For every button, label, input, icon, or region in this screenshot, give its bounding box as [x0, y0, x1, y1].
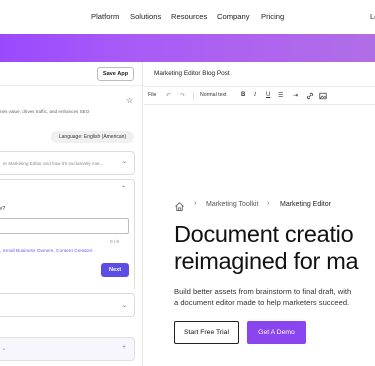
hero-headline: Document creatio reimagined for ma [174, 221, 359, 275]
star-icon[interactable]: ☆ [126, 96, 133, 105]
step-card-collapsed-2[interactable]: ⌄ [0, 293, 135, 317]
start-free-trial-button[interactable]: Start Free Trial [174, 321, 239, 344]
subtext-line-2: a document editor made to help marketers… [174, 298, 350, 307]
breadcrumb-marketing-editor: Marketing Editor [280, 201, 331, 208]
image-icon[interactable] [319, 92, 327, 102]
nav-login[interactable]: Lo [370, 12, 375, 21]
redo-icon[interactable]: ↷ [180, 92, 185, 99]
indent-icon[interactable]: ⇥ [293, 92, 298, 99]
file-menu[interactable]: File [148, 92, 156, 98]
text-style-select[interactable]: Normal text [200, 92, 227, 98]
headline-line-2: reimagined for ma [174, 248, 359, 274]
character-count: 0 / 6 [110, 239, 119, 244]
editor-toolbar: File ↶ ↷ Normal text B I U ☰ ⇥ [144, 87, 375, 105]
chevron-down-icon[interactable]: ⌄ [122, 158, 127, 165]
next-button[interactable]: Next [101, 263, 129, 277]
plus-icon[interactable]: + [122, 344, 126, 351]
nav-solutions[interactable]: Solutions [130, 12, 161, 21]
nav-resources[interactable]: Resources [171, 12, 207, 21]
bold-button[interactable]: B [241, 92, 245, 98]
undo-icon[interactable]: ↶ [166, 92, 171, 99]
nav-pricing[interactable]: Pricing [261, 12, 284, 21]
chevron-up-icon[interactable]: ⌃ [121, 185, 126, 192]
language-select[interactable]: Language: English (American) [51, 131, 134, 143]
chevron-right-icon: › [267, 200, 270, 207]
app-description: nes value, drives traffic, and enhances … [0, 109, 90, 114]
answer-input[interactable] [0, 218, 129, 234]
panel-header: Save App [0, 62, 142, 86]
save-app-button[interactable]: Save App [97, 67, 134, 81]
breadcrumb-marketing-toolkit[interactable]: Marketing Toolkit [206, 201, 258, 208]
italic-button[interactable]: I [254, 92, 256, 98]
audience-suggestions[interactable]: , Small Business Owners, Content Creator… [0, 249, 93, 254]
chevron-right-icon: › [194, 200, 197, 207]
document-editor: Marketing Editor Blog Post File ↶ ↷ Norm… [144, 62, 375, 366]
nav-platform[interactable]: Platform [91, 12, 119, 21]
step-question: e? [0, 206, 6, 212]
home-icon[interactable] [174, 199, 185, 217]
add-step-card[interactable]: • + [0, 337, 135, 361]
step-summary: er Marketing Editor and how it's exclusi… [3, 161, 104, 166]
get-a-demo-button[interactable]: Get A Demo [247, 321, 306, 344]
toolbar-divider [193, 92, 194, 100]
list-icon[interactable]: ☰ [278, 92, 283, 99]
promo-banner [0, 34, 375, 62]
subtext-line-1: Build better assets from brainstorm to f… [174, 287, 352, 296]
headline-line-1: Document creatio [174, 221, 354, 247]
top-navigation: Platform Solutions Resources Company Pri… [0, 0, 375, 34]
underline-button[interactable]: U [266, 92, 270, 98]
dot-icon: • [3, 347, 5, 353]
hero-subtext: Build better assets from brainstorm to f… [174, 286, 351, 308]
chevron-down-icon[interactable]: ⌄ [122, 302, 127, 309]
nav-company[interactable]: Company [217, 12, 250, 21]
document-title[interactable]: Marketing Editor Blog Post [154, 70, 230, 77]
step-card-collapsed[interactable]: er Marketing Editor and how it's exclusi… [0, 151, 135, 175]
app-builder-panel: Save App ☆ nes value, drives traffic, an… [0, 62, 143, 366]
link-icon[interactable] [306, 92, 314, 102]
